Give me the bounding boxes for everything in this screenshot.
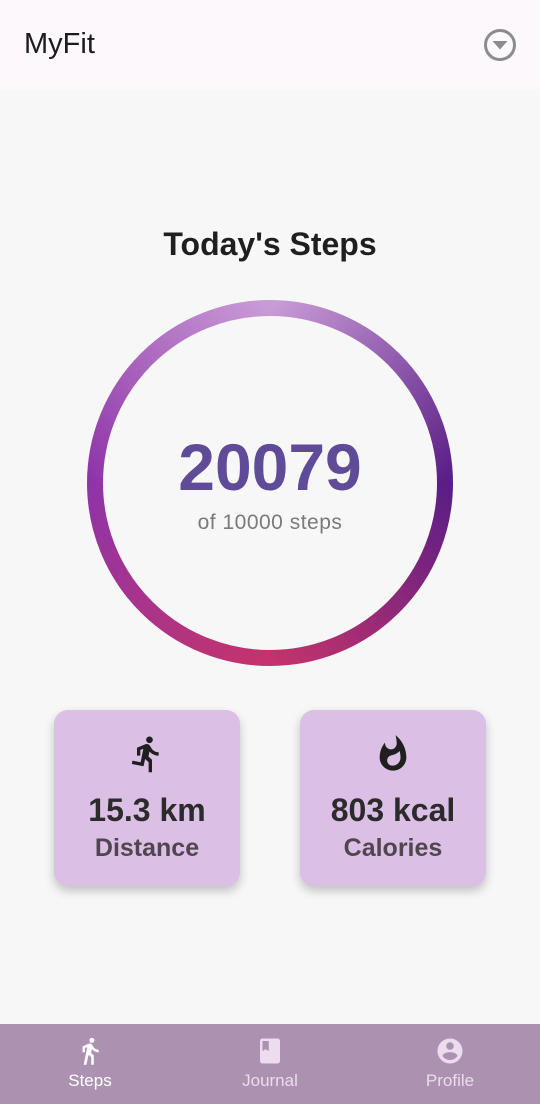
distance-value: 15.3 km xyxy=(88,792,206,828)
dropdown-menu-button[interactable] xyxy=(482,27,518,63)
calories-card: 803 kcal Calories xyxy=(300,710,486,886)
book-icon xyxy=(255,1036,285,1066)
bottom-navigation: Steps Journal Profile xyxy=(0,1024,540,1104)
nav-item-journal[interactable]: Journal xyxy=(180,1024,360,1104)
dropdown-circle-icon xyxy=(484,29,516,61)
steps-count: 20079 xyxy=(178,430,362,504)
nav-label-steps: Steps xyxy=(68,1071,112,1090)
page-title: Today's Steps xyxy=(163,226,377,262)
distance-label: Distance xyxy=(94,834,200,862)
app-bar: MyFit xyxy=(0,0,540,90)
steps-goal: of 10000 steps xyxy=(197,511,343,534)
calories-value: 803 kcal xyxy=(330,792,456,828)
calories-label: Calories xyxy=(343,834,443,862)
running-icon xyxy=(127,734,167,774)
nav-label-journal: Journal xyxy=(242,1071,298,1090)
distance-card: 15.3 km Distance xyxy=(54,710,240,886)
nav-label-profile: Profile xyxy=(425,1071,475,1090)
flame-icon xyxy=(373,734,413,774)
account-circle-icon xyxy=(435,1036,465,1066)
walking-icon xyxy=(75,1036,105,1066)
nav-item-steps[interactable]: Steps xyxy=(0,1024,180,1104)
app-title: MyFit xyxy=(24,28,95,60)
nav-item-profile[interactable]: Profile xyxy=(360,1024,540,1104)
